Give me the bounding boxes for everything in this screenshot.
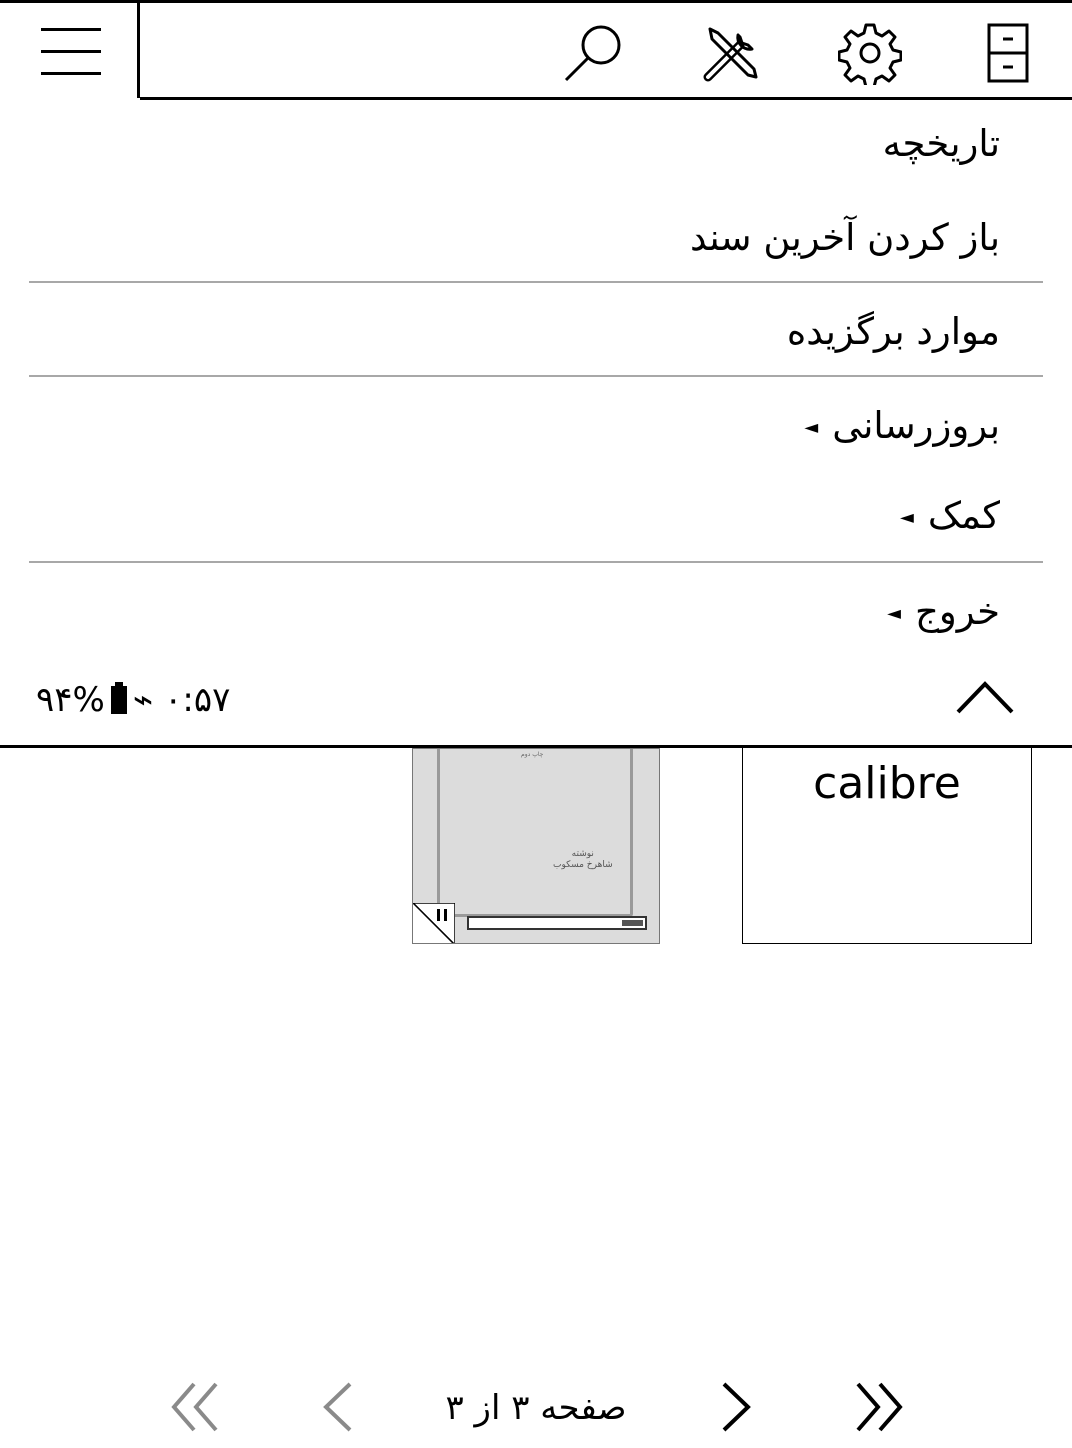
submenu-arrow-icon: ◄	[887, 602, 901, 624]
tools-icon[interactable]	[700, 21, 764, 85]
hamburger-menu-icon[interactable]	[0, 0, 140, 98]
page-indicator[interactable]: صفحه ۳ از ۳	[380, 1382, 692, 1434]
chevron-left-icon[interactable]	[312, 1380, 366, 1434]
cover-header-text: چاپ دوم	[521, 751, 544, 758]
menu-item-label: تاریخچه	[882, 122, 1000, 165]
progress-fill	[622, 920, 643, 926]
double-chevron-right-icon[interactable]	[850, 1380, 904, 1434]
menu-item-exit[interactable]: خروج ◄	[887, 582, 1000, 642]
menu-item-update[interactable]: بروزرسانی ◄	[804, 396, 1000, 456]
menu-separator	[29, 281, 1043, 283]
menu-item-label: بروزرسانی	[832, 404, 1000, 447]
menu-item-favorites[interactable]: موارد برگزیده	[787, 302, 1000, 362]
double-chevron-left-icon[interactable]	[170, 1380, 224, 1434]
menu-item-open-last-document[interactable]: باز کردن آخرین سند	[690, 208, 1000, 268]
book-title: calibre	[813, 758, 961, 809]
pause-icon	[413, 903, 455, 943]
menu-item-label: خروج	[914, 590, 1000, 633]
menu-item-label: باز کردن آخرین سند	[689, 216, 1000, 259]
file-browser-screen: تاریخچه باز کردن آخرین سند موارد برگزیده…	[0, 0, 1072, 1448]
book-cover-item[interactable]: چاپ دوم نوشته شاهرخ مسکوب	[412, 748, 660, 944]
search-icon[interactable]	[563, 21, 627, 85]
toolbar-tabs	[140, 0, 1072, 100]
chevron-up-icon[interactable]	[954, 674, 1016, 718]
gear-icon[interactable]	[838, 21, 902, 85]
cover-line: شاهرخ مسکوب	[553, 860, 613, 870]
reading-progress-bar	[467, 916, 647, 930]
battery-percent: ۹۴%	[36, 680, 105, 720]
menu-item-label: موارد برگزیده	[786, 310, 1000, 353]
battery-icon	[110, 682, 127, 714]
menu-separator	[29, 561, 1043, 563]
file-cabinet-icon[interactable]	[976, 21, 1040, 85]
menu-item-help[interactable]: کمک ◄	[900, 486, 1000, 546]
wifi-icon: ⌁	[132, 680, 154, 720]
menu-separator	[29, 375, 1043, 377]
clock-time: ۰:۵۷	[164, 680, 231, 720]
chevron-right-icon[interactable]	[708, 1380, 762, 1434]
book-item-calibre[interactable]: calibre	[742, 748, 1032, 944]
submenu-arrow-icon: ◄	[804, 416, 819, 438]
cover-frame	[437, 749, 633, 917]
status-bar: ۹۴% ⌁ ۰:۵۷	[36, 670, 230, 730]
cover-line: نوشته	[571, 849, 594, 859]
main-menu-dropdown: تاریخچه باز کردن آخرین سند موارد برگزیده…	[0, 100, 1072, 748]
cover-author-text: نوشته شاهرخ مسکوب	[553, 849, 613, 871]
submenu-arrow-icon: ◄	[900, 506, 914, 528]
menu-item-history[interactable]: تاریخچه	[883, 114, 1000, 174]
menu-item-label: کمک	[927, 494, 1000, 537]
